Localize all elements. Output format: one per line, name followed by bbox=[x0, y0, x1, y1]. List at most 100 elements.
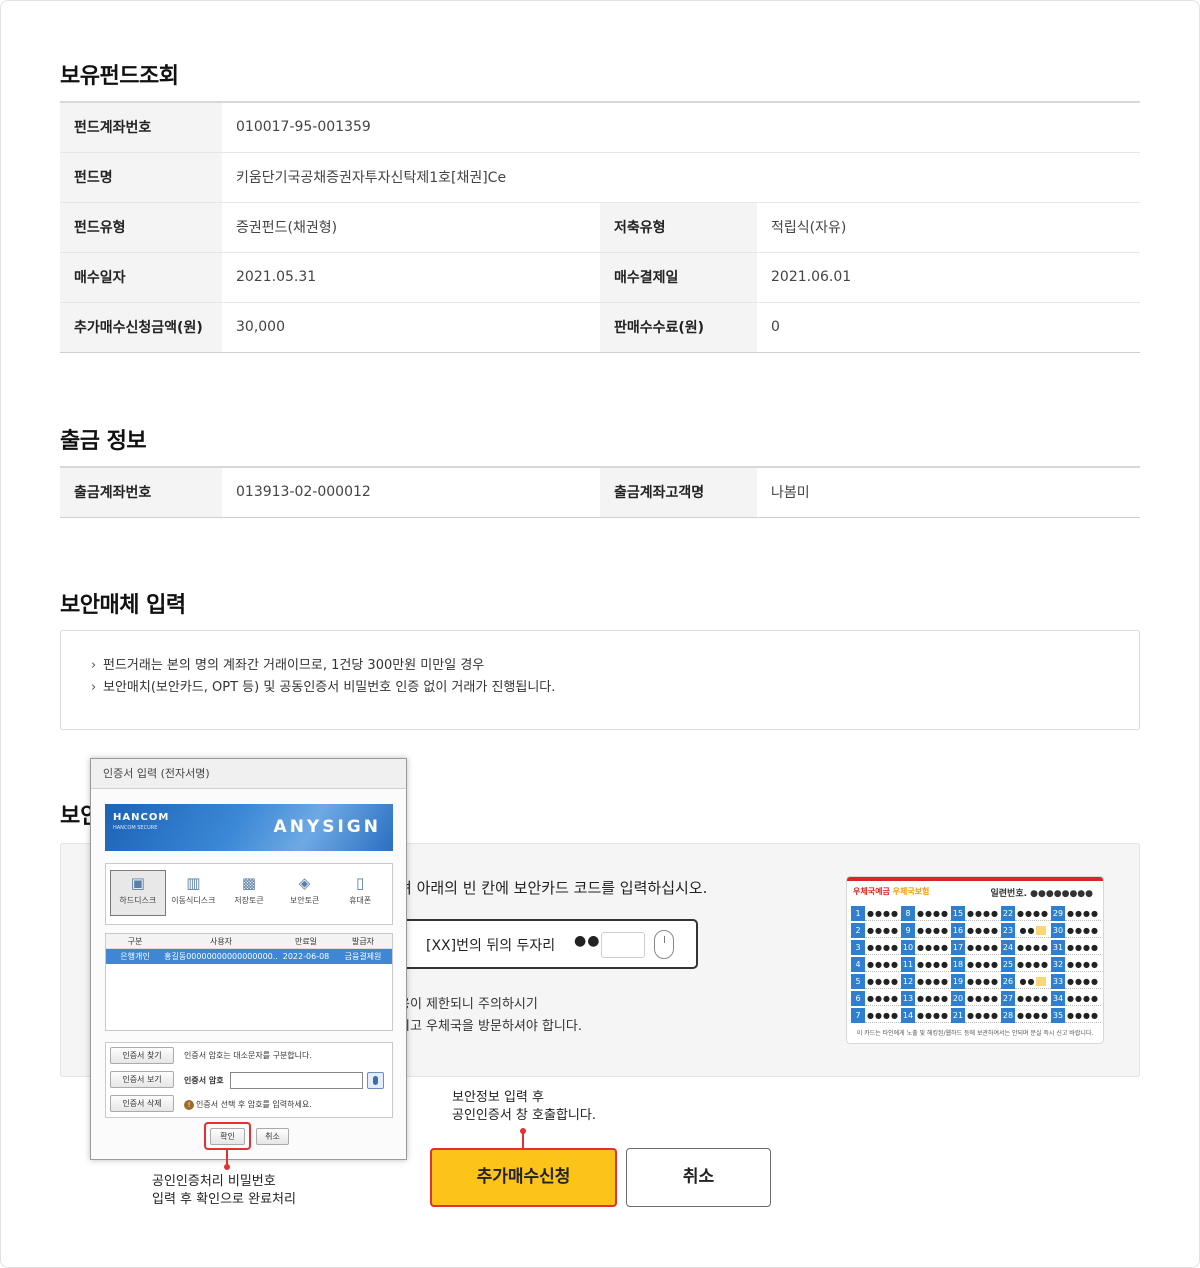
card-instruction: 려 아래의 빈 칸에 보안카드 코드를 입력하십시오. bbox=[398, 879, 708, 897]
holding-title: 보유펀드조회 bbox=[60, 64, 179, 89]
table-row: 출금계좌번호 013913-02-000012 출금계좌고객명 나봄미 bbox=[60, 467, 1140, 518]
card-grid-cell: 16 ●●●● bbox=[951, 922, 1001, 939]
card-grid: 1 ●●●● 8 ●●●● 15 ●●●● 22 ●●●● 29 ●●●● 2 ●●●● 9 ●●●● 16… bbox=[851, 905, 1101, 1024]
withdraw-title: 출금 정보 bbox=[60, 429, 147, 454]
table-row: 펀드계좌번호 010017-95-001359 bbox=[60, 102, 1140, 153]
card-cell-code: ●● bbox=[1015, 923, 1051, 938]
fund-account-label: 펀드계좌번호 bbox=[60, 102, 222, 153]
card-grid-row: 5 ●●●● 12 ●●●● 19 ●●●● 26 ●● 33 ●●●● bbox=[851, 973, 1101, 990]
card-grid-cell: 34 ●●●● bbox=[1051, 990, 1101, 1007]
fund-type-value: 증권펀드(채권형) bbox=[222, 202, 600, 253]
card-cell-number: 5 bbox=[851, 974, 865, 989]
certificate-password-input[interactable] bbox=[230, 1072, 363, 1089]
card-serial: 일련번호. ●●●●●●●● bbox=[990, 889, 1094, 899]
card-cell-code: ●●●● bbox=[965, 906, 1001, 921]
drive-save-token[interactable]: ▩ 저장토큰 bbox=[221, 870, 277, 916]
drive-removable[interactable]: ▥ 이동식디스크 bbox=[166, 870, 222, 916]
card-grid-cell: 17 ●●●● bbox=[951, 939, 1001, 956]
card-cell-number: 24 bbox=[1001, 940, 1015, 955]
certificate-list-header: 구분 사용자 만료일 발급자 bbox=[106, 934, 392, 949]
card-cell-code: ●●●● bbox=[965, 923, 1001, 938]
mouse-input-icon[interactable] bbox=[654, 930, 674, 959]
card-cell-number: 23 bbox=[1001, 923, 1015, 938]
security-code-input[interactable] bbox=[601, 932, 645, 958]
dialog-cancel-button[interactable]: 취소 bbox=[256, 1128, 289, 1145]
fund-name-value: 키움단기국공채증권자투자신탁제1호[채권]Ce bbox=[222, 152, 1140, 203]
find-certificate-button[interactable]: 인증서 찾기 bbox=[110, 1047, 174, 1064]
card-cell-number: 12 bbox=[901, 974, 915, 989]
mouse-input-icon[interactable] bbox=[367, 1072, 384, 1089]
warning-text: 용이 제한되니 주의하시기 bbox=[398, 997, 538, 1012]
card-grid-cell: 6 ●●●● bbox=[851, 990, 901, 1007]
code-masked-digits: ●● bbox=[574, 933, 601, 949]
card-cell-code: ●● bbox=[1015, 974, 1051, 989]
card-cell-number: 33 bbox=[1051, 974, 1065, 989]
card-cell-number: 13 bbox=[901, 991, 915, 1006]
card-cell-code: ●●●● bbox=[1065, 923, 1101, 938]
buy-date-value: 2021.05.31 bbox=[222, 252, 600, 303]
password-label: 인증서 암호 bbox=[184, 1076, 224, 1085]
callout-apply: 보안정보 입력 후 공인인증서 창 호출합니다. bbox=[452, 1090, 596, 1123]
drive-harddisk[interactable]: ▣ 하드디스크 bbox=[110, 870, 166, 916]
card-grid-row: 3 ●●●● 10 ●●●● 17 ●●●● 24 ●●●● 31 ●●●● bbox=[851, 939, 1101, 956]
card-cell-code: ●●●● bbox=[965, 957, 1001, 972]
card-cell-number: 9 bbox=[901, 923, 915, 938]
certificate-row[interactable]: 은행개인 홍길동00000000000000000.. 2022-06-08 금융결제… bbox=[106, 949, 392, 964]
hancom-logo: HANCOM bbox=[113, 812, 170, 823]
card-cell-number: 6 bbox=[851, 991, 865, 1006]
card-cell-number: 1 bbox=[851, 906, 865, 921]
card-grid-cell: 20 ●●●● bbox=[951, 990, 1001, 1007]
card-cell-number: 22 bbox=[1001, 906, 1015, 921]
card-cell-number: 11 bbox=[901, 957, 915, 972]
card-grid-row: 6 ●●●● 13 ●●●● 20 ●●●● 27 ●●●● 34 ●●●● bbox=[851, 990, 1101, 1007]
card-grid-cell: 9 ●●●● bbox=[901, 922, 951, 939]
token-icon: ▩ bbox=[241, 874, 257, 892]
add-amount-value: 30,000 bbox=[222, 302, 600, 353]
card-cell-code: ●●●● bbox=[1065, 957, 1101, 972]
security-card-image: 우체국예금 우체국보험 일련번호. ●●●●●●●● 1 ●●●● 8 ●●●● 15 ●… bbox=[846, 876, 1104, 1044]
usb-icon: ▥ bbox=[186, 874, 201, 892]
card-cell-number: 34 bbox=[1051, 991, 1065, 1006]
hancom-secure-text: HANCOM SECURE bbox=[113, 825, 158, 831]
card-cell-code: ●●●● bbox=[915, 923, 951, 938]
view-certificate-button[interactable]: 인증서 보기 bbox=[110, 1071, 174, 1088]
card-cell-code: ●●●● bbox=[865, 974, 901, 989]
add-purchase-button[interactable]: 추가매수신청 bbox=[430, 1148, 617, 1207]
card-cell-number: 7 bbox=[851, 1008, 865, 1023]
certificate-dialog: 인증서 입력 (전자서명) HANCOM HANCOM SECURE ANYSI… bbox=[90, 758, 407, 1160]
storage-selector: ▣ 하드디스크 ▥ 이동식디스크 ▩ 저장토큰 ◈ 보안토큰 ▯ 휴대폰 bbox=[105, 863, 393, 925]
code-label: [XX]번의 뒤의 두자리 bbox=[426, 938, 556, 954]
card-grid-cell: 19 ●●●● bbox=[951, 973, 1001, 990]
card-grid-cell: 4 ●●●● bbox=[851, 956, 901, 973]
notice-box: 펀드거래는 본의 명의 계좌간 거래이므로, 1건당 300만원 미만일 경우 … bbox=[60, 630, 1140, 730]
card-grid-cell: 15 ●●●● bbox=[951, 905, 1001, 922]
card-cell-number: 4 bbox=[851, 957, 865, 972]
card-cell-number: 15 bbox=[951, 906, 965, 921]
card-cell-code: ●●●● bbox=[965, 940, 1001, 955]
card-grid-row: 7 ●●●● 14 ●●●● 21 ●●●● 28 ●●●● 35 ●●●● bbox=[851, 1007, 1101, 1024]
card-grid-cell: 27 ●●●● bbox=[1001, 990, 1051, 1007]
card-cell-code: ●●●● bbox=[965, 1008, 1001, 1023]
card-cell-number: 26 bbox=[1001, 974, 1015, 989]
callout-dot bbox=[224, 1164, 230, 1170]
card-grid-cell: 33 ●●●● bbox=[1051, 973, 1101, 990]
warning-icon: ! bbox=[184, 1099, 194, 1110]
drive-security-token[interactable]: ◈ 보안토큰 bbox=[277, 870, 333, 916]
card-cell-number: 10 bbox=[901, 940, 915, 955]
card-grid-row: 4 ●●●● 11 ●●●● 18 ●●●● 25 ●●●● 32 ●●●● bbox=[851, 956, 1101, 973]
card-cell-code: ●●●● bbox=[865, 1008, 901, 1023]
card-grid-cell: 5 ●●●● bbox=[851, 973, 901, 990]
delete-certificate-button[interactable]: 인증서 삭제 bbox=[110, 1095, 174, 1112]
security-code-box: [XX]번의 뒤의 두자리 ●● bbox=[398, 919, 698, 969]
card-cell-code: ●●●● bbox=[1015, 991, 1051, 1006]
card-cell-code: ●●●● bbox=[865, 991, 901, 1006]
cancel-button[interactable]: 취소 bbox=[626, 1148, 771, 1207]
card-grid-cell: 14 ●●●● bbox=[901, 1007, 951, 1024]
card-grid-cell: 10 ●●●● bbox=[901, 939, 951, 956]
card-cell-code: ●●●● bbox=[965, 991, 1001, 1006]
ok-button[interactable]: 확인 bbox=[210, 1128, 245, 1145]
drive-phone[interactable]: ▯ 휴대폰 bbox=[332, 870, 388, 916]
card-cell-code: ●●●● bbox=[865, 906, 901, 921]
fee-value: 0 bbox=[757, 302, 1140, 353]
card-grid-cell: 21 ●●●● bbox=[951, 1007, 1001, 1024]
